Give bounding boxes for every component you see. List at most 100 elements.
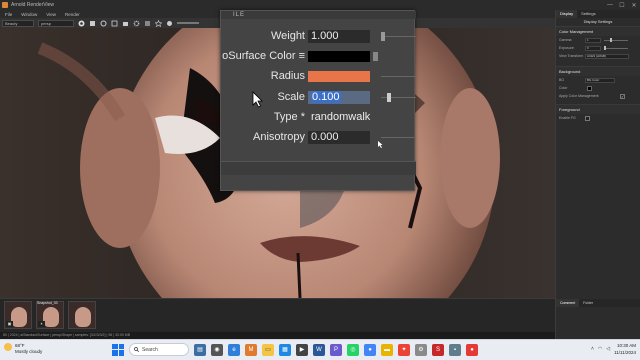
search-icon <box>134 347 139 352</box>
anisotropy-field[interactable]: 0.000 <box>308 131 370 144</box>
apply-cm-row: Apply Color Management ✓ <box>556 92 640 100</box>
enable-fg-checkbox[interactable] <box>585 115 590 121</box>
weather-condition: Mostly cloudy <box>15 349 43 354</box>
ps-app-icon[interactable]: ✦ <box>398 343 410 356</box>
gamma-field[interactable]: 1 <box>585 37 601 43</box>
crop-region-icon[interactable] <box>111 20 118 27</box>
radius-color-swatch[interactable] <box>308 71 370 82</box>
exposure-slider[interactable] <box>177 22 199 24</box>
settings-app-icon[interactable]: ⚙ <box>415 343 427 356</box>
snapshot-thumb-2[interactable]: Snapshot_03 ⏸ <box>36 301 64 329</box>
app-icon[interactable]: ▪ <box>449 343 461 356</box>
slides-icon[interactable]: S <box>432 343 444 356</box>
exposure-label: Exposure <box>559 46 574 50</box>
apply-cm-checkbox[interactable]: ✓ <box>620 93 625 99</box>
surface-color-label: oSurface Color ≡ <box>222 50 305 62</box>
minimize-button[interactable]: — <box>604 2 616 9</box>
scale-field[interactable]: 0.100 <box>308 91 370 104</box>
stop-render-icon[interactable] <box>89 20 96 27</box>
ipr-icon[interactable] <box>166 20 173 27</box>
tab-settings[interactable]: Settings <box>577 10 599 18</box>
taskbar-clock[interactable]: 10:30 AM 11/11/2024 <box>614 342 636 356</box>
weather-cloud-icon <box>4 343 12 351</box>
close-button[interactable]: ✕ <box>628 2 640 9</box>
tab-folder[interactable]: Folder <box>579 299 597 307</box>
snapshot-thumb-icon[interactable]: ▣ <box>6 321 13 327</box>
refresh-icon[interactable] <box>100 20 107 27</box>
menu-view[interactable]: View <box>46 12 56 17</box>
file-explorer-icon[interactable]: ▭ <box>262 343 274 356</box>
scale-row: Scale 0.100 <box>221 89 416 106</box>
view-icon[interactable] <box>144 20 151 27</box>
star-icon[interactable] <box>155 19 162 27</box>
menu-render[interactable]: Render <box>65 12 80 17</box>
radius-slider[interactable] <box>381 76 416 77</box>
radius-row: Radius <box>221 68 416 85</box>
popup-footer <box>221 161 416 175</box>
weight-slider[interactable] <box>381 32 416 41</box>
snapshot-thumb-1[interactable]: ▣ <box>4 301 32 329</box>
task-view-icon[interactable]: ▤ <box>194 343 206 356</box>
color-management-heading[interactable]: Color Management <box>556 26 640 36</box>
foreground-heading[interactable]: Foreground <box>556 104 640 114</box>
maximize-button[interactable]: ☐ <box>616 2 628 9</box>
map-button-icon[interactable] <box>373 52 378 61</box>
popup-header: ILE <box>221 11 416 19</box>
settings-icon[interactable] <box>133 20 140 27</box>
type-label: Type * <box>273 111 305 123</box>
panel-title: Display Settings <box>583 19 613 24</box>
clock-time: 10:30 AM <box>616 343 636 348</box>
snapshot-thumb-label: Snapshot_03 <box>37 301 58 305</box>
type-dropdown[interactable]: randomwalk <box>308 111 370 124</box>
windows-start-icon[interactable] <box>112 343 124 356</box>
gamma-row: Gamma 1 <box>556 36 640 44</box>
media-player-icon[interactable]: ▶ <box>296 343 308 356</box>
tab-display[interactable]: Display <box>556 10 578 18</box>
exposure-field[interactable]: 0 <box>585 45 601 51</box>
gamma-slider[interactable] <box>604 38 628 42</box>
aov-select[interactable]: Beauty <box>2 19 34 27</box>
photos-icon[interactable]: ▦ <box>279 343 291 356</box>
maya-icon[interactable]: M <box>245 343 257 356</box>
scale-label: Scale <box>277 91 305 103</box>
scale-slider[interactable] <box>381 93 416 102</box>
render-icon[interactable] <box>78 20 85 27</box>
display-settings-panel: Display Settings Display Settings Color … <box>555 10 640 339</box>
weather-widget[interactable]: 68°F Mostly cloudy <box>4 343 42 355</box>
folder-icon[interactable]: ▬ <box>381 343 393 356</box>
small-pointer-icon <box>378 141 383 148</box>
surface-color-swatch[interactable] <box>308 51 370 62</box>
view-transform-dropdown[interactable]: ACES (sRGB) <box>585 53 629 59</box>
anisotropy-slider[interactable] <box>381 137 416 138</box>
mouse-cursor-icon <box>252 91 263 108</box>
radius-label: Radius <box>270 70 305 82</box>
snapshot-icon[interactable] <box>122 20 129 27</box>
snapshot-thumb-icon[interactable]: ⏸ <box>38 321 45 327</box>
exposure-slider[interactable] <box>604 46 628 50</box>
bg-color-row: Color <box>556 84 640 92</box>
recorder-icon[interactable]: ● <box>466 343 478 356</box>
menu-window[interactable]: Window <box>21 12 37 17</box>
wifi-icon[interactable]: ◠ <box>598 346 602 352</box>
attribute-popup: ILE Weight 1.000 oSurface Color ≡ Radius… <box>220 10 416 191</box>
background-heading[interactable]: Background <box>556 66 640 76</box>
taskbar-search[interactable]: Search <box>129 343 189 356</box>
camera-app-icon[interactable]: ◉ <box>211 343 223 356</box>
chrome-icon[interactable]: ● <box>364 343 376 356</box>
bg-color-swatch[interactable] <box>587 85 592 91</box>
word-icon[interactable]: W <box>313 343 325 356</box>
apply-cm-label: Apply Color Management <box>559 94 599 98</box>
pen-tool-icon[interactable]: P <box>330 343 342 356</box>
weight-field[interactable]: 1.000 <box>308 30 370 43</box>
snapshot-thumb-3[interactable] <box>68 301 96 329</box>
edge-icon[interactable]: e <box>228 343 240 356</box>
tab-comment[interactable]: Comment <box>556 299 580 307</box>
clock-date: 11/11/2024 <box>614 350 636 355</box>
bg-dropdown[interactable]: BG Color <box>585 77 615 83</box>
whatsapp-icon[interactable]: ◎ <box>347 343 359 356</box>
camera-select[interactable]: persp <box>38 19 74 27</box>
volume-icon[interactable]: ◁ <box>606 346 610 352</box>
enable-fg-row: Enable FG <box>556 114 640 122</box>
menu-file[interactable]: File <box>5 12 12 17</box>
tray-chevron-icon[interactable]: ˄ <box>591 346 594 352</box>
